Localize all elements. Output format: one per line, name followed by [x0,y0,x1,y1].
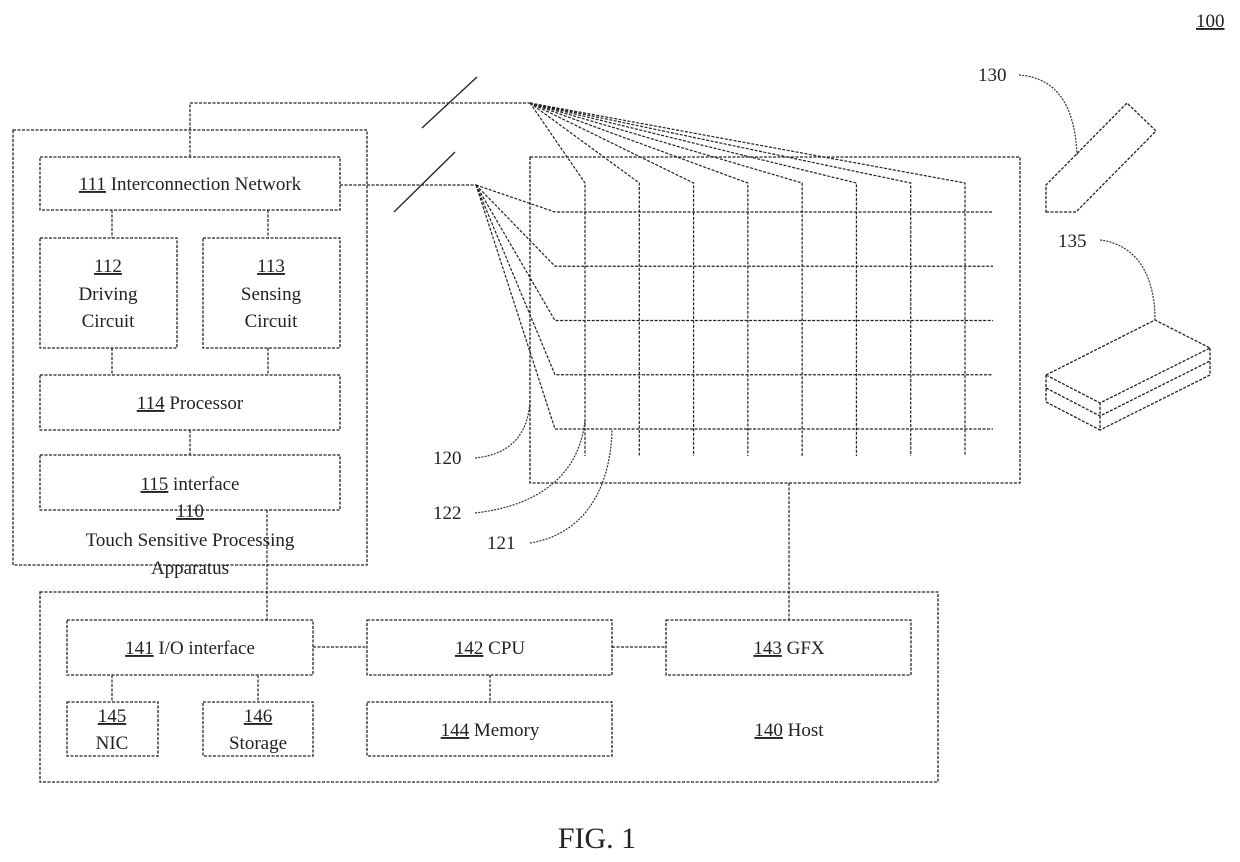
first-electrodes [529,102,966,456]
sensing-circuit-block: 113 Sensing Circuit [202,237,341,349]
block-ref: 142 [455,638,484,659]
svg-text:141 I/O inte: 141 I/O interface [125,638,255,659]
block-label: CPU [488,638,525,659]
stylus-ref: 130 [978,65,1007,86]
second-electrode-ref: 122 [433,503,462,524]
system-block-diagram: 100 111 Interconnection Network 112 Driv… [12,11,1225,855]
figure-caption: FIG. 1 [558,822,636,855]
block-label: Processor [169,393,244,414]
block-label: Driving [78,284,138,305]
apparatus-label: Touch Sensitive Processing [86,530,295,551]
block-label: Memory [474,720,540,741]
gfx-block: 143 GFX [665,619,912,676]
block-label: GFX [787,638,825,659]
block-ref: 145 [98,706,127,727]
io-interface-block: 141 I/O interface [66,619,314,676]
internal-connectors [111,210,269,455]
block-ref: 113 [257,256,285,277]
block-label: Circuit [82,311,135,332]
stylus: 130 [978,65,1157,213]
block-label: I/O interface [158,638,255,659]
object-ref: 135 [1058,231,1087,252]
second-electrode [475,184,993,430]
processor-block: 114 Processor [39,374,341,431]
first-electrode [529,102,695,456]
svg-text:142 CPU: 142 CPU [455,638,525,659]
interconnection-network-block: 111 Interconnection Network [39,156,341,211]
cpu-block: 142 CPU [366,619,613,676]
panel-leader [474,399,531,459]
block-ref: 146 [244,706,273,727]
first-electrode-leader [529,429,613,544]
block-label: Storage [229,733,287,754]
svg-text:115 interfac: 115 interface [141,474,240,495]
block-ref: 144 [441,720,470,741]
touch-processing-apparatus: 111 Interconnection Network 112 Driving … [12,129,368,579]
block-ref: 143 [753,638,782,659]
svg-text:114 Processo: 114 Processor [137,393,244,414]
object-leader [1099,239,1156,321]
panel-leaders: 120 122 121 [433,399,613,554]
first-electrode-ref: 121 [487,533,516,554]
block-label: Interconnection Network [111,174,302,195]
svg-text:144 Memory: 144 Memory [441,720,540,741]
second-electrode [475,184,993,213]
touch-panel [475,102,1021,484]
block-ref: 111 [79,174,106,195]
first-electrode [529,102,912,456]
first-electrode [529,102,803,456]
svg-text:143 GFX: 143 GFX [753,638,825,659]
figure-ref: 100 [1196,11,1225,32]
block-ref: 112 [94,256,122,277]
stylus-leader [1018,74,1078,156]
apparatus-label: Apparatus [151,558,229,579]
host-label: Host [788,720,825,741]
block-label: Circuit [245,311,298,332]
block-ref: 114 [137,393,165,414]
stylus-body [1045,102,1157,213]
svg-text:111 Intercon: 111 Interconnection Network [79,174,302,195]
host-ref: 140 [754,720,783,741]
first-electrode [529,102,586,456]
second-electrode [475,184,993,267]
panel-ref: 120 [433,448,462,469]
block-ref: 141 [125,638,154,659]
block-label: NIC [96,733,129,754]
host: 141 I/O interface 142 CPU 143 GFX 145 NI… [39,591,939,783]
nic-block: 145 NIC [66,701,159,757]
second-electrode [475,184,993,322]
conductive-object: 135 [1044,231,1212,432]
block-label: Sensing [241,284,302,305]
block-label: interface [173,474,239,495]
second-electrodes [475,184,993,430]
storage-block: 146 Storage [202,701,314,757]
svg-text:140 Host: 140 Host [754,720,824,741]
bus-slash-mark [393,151,456,213]
second-electrode [475,184,993,376]
memory-block: 144 Memory [366,701,613,757]
driving-circuit-block: 112 Driving Circuit [39,237,178,349]
apparatus-ref: 110 [176,501,204,522]
block-ref: 115 [141,474,169,495]
